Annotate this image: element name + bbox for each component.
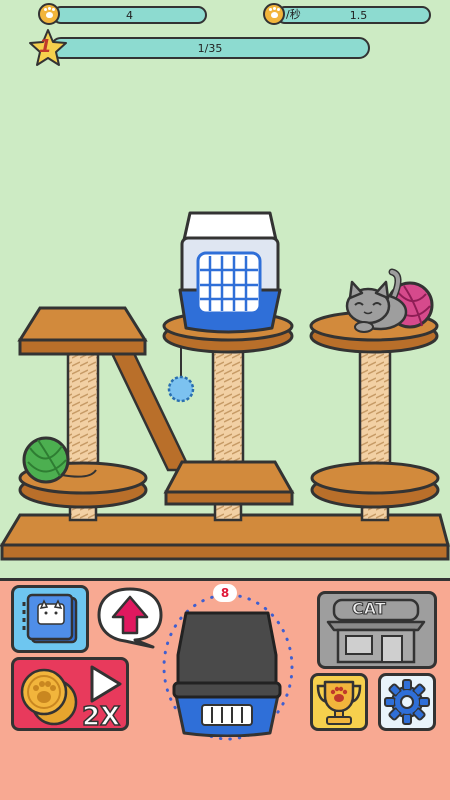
hanging-pompom-toy: [167, 375, 195, 403]
up-arrow-icon: [97, 587, 163, 649]
scratch-post-middle: [211, 343, 245, 472]
cat-carrier[interactable]: [178, 211, 282, 334]
spawn-count-badge: 8: [213, 584, 237, 602]
trophy-icon: [316, 680, 362, 725]
cat-tree-scene: [0, 211, 450, 561]
settings-button[interactable]: [378, 673, 436, 731]
tree-base: [0, 513, 450, 561]
cat-book-button[interactable]: [11, 585, 89, 653]
cat-carrier-icon: [172, 611, 282, 738]
scratch-post-left: [66, 350, 100, 474]
achievements-button[interactable]: [310, 673, 368, 731]
ramp: [106, 343, 192, 472]
coin-stack-icon: [20, 668, 78, 726]
video-double-speed-button[interactable]: 2X: [11, 657, 129, 733]
platform-top-left: [17, 306, 148, 356]
speed-multiplier-label: 2X: [81, 701, 121, 733]
platform-bottom-right: [310, 461, 440, 509]
platform-bottom-middle: [163, 460, 295, 506]
play-icon: [90, 665, 122, 703]
shop-sign-text: CAT: [352, 599, 387, 619]
book-icon: [22, 593, 78, 644]
spawn-count: 8: [220, 586, 230, 600]
gear-icon: [384, 679, 430, 725]
spawn-carrier-button[interactable]: [168, 605, 286, 738]
cat-shop-button[interactable]: CAT: [317, 591, 437, 669]
scratch-post-right: [358, 343, 392, 472]
game-area[interactable]: 4 1.5 /秒 1/35 1: [0, 0, 450, 578]
upgrade-bubble-button[interactable]: [95, 587, 165, 649]
bottom-control-panel: 2X 8 CAT: [0, 578, 450, 800]
